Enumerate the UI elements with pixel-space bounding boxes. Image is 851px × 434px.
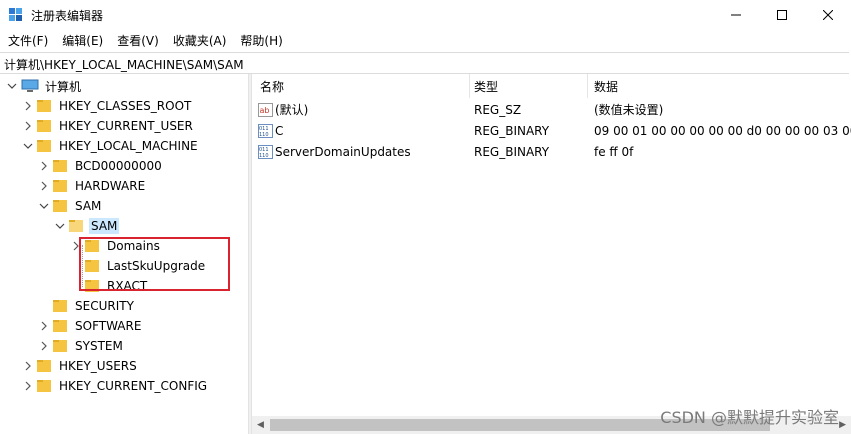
value-row[interactable]: 011 110 ServerDomainUpdates REG_BINARY f…: [252, 142, 851, 162]
maximize-icon: [777, 10, 787, 20]
chevron-down-icon[interactable]: [38, 200, 50, 212]
tree-node-hkey-users[interactable]: HKEY_USERS: [22, 356, 139, 376]
column-divider[interactable]: [469, 74, 470, 98]
chevron-right-icon[interactable]: [22, 360, 34, 372]
folder-icon: [53, 339, 67, 353]
svg-text:110: 110: [259, 153, 269, 159]
value-name: (默认): [275, 103, 309, 117]
tree-node-software[interactable]: SOFTWARE: [38, 316, 143, 336]
tree-node-hkey-current-user[interactable]: HKEY_CURRENT_USER: [22, 116, 195, 136]
tree-label: HKEY_CURRENT_USER: [59, 119, 193, 133]
tree-node-hkey-classes-root[interactable]: HKEY_CLASSES_ROOT: [22, 96, 193, 116]
tree-node-sam-sam[interactable]: SAM: [54, 216, 120, 236]
tree-label: 计算机: [45, 79, 82, 94]
column-header-label: 数据: [594, 79, 619, 94]
minimize-button[interactable]: [713, 0, 759, 30]
address-bar[interactable]: 计算机\HKEY_LOCAL_MACHINE\SAM\SAM: [0, 52, 849, 74]
tree-node-system[interactable]: SYSTEM: [38, 336, 125, 356]
address-path[interactable]: 计算机\HKEY_LOCAL_MACHINE\SAM\SAM: [4, 56, 244, 73]
value-row[interactable]: 011 110 C REG_BINARY 09 00 01 00 00 00 0…: [252, 121, 851, 141]
tree-node-bcd00000000[interactable]: BCD00000000: [38, 156, 164, 176]
tree-label: HKEY_LOCAL_MACHINE: [59, 139, 198, 153]
computer-icon: [21, 79, 39, 93]
tree-label: SOFTWARE: [75, 319, 142, 333]
value-data: (数值未设置): [594, 103, 664, 117]
column-header-name[interactable]: 名称: [260, 74, 470, 98]
chevron-right-icon[interactable]: [38, 180, 50, 192]
chevron-right-icon[interactable]: [38, 340, 50, 352]
close-icon: [823, 10, 833, 20]
menu-favorites[interactable]: 收藏夹(A): [166, 31, 234, 51]
column-header-label: 名称: [260, 79, 285, 94]
close-button[interactable]: [805, 0, 851, 30]
maximize-button[interactable]: [759, 0, 805, 30]
value-type: REG_SZ: [474, 103, 522, 117]
menu-help[interactable]: 帮助(H): [233, 31, 289, 51]
tree-label: SAM: [89, 218, 120, 234]
scroll-left-icon[interactable]: ◀: [257, 420, 264, 430]
tree-label: HKEY_USERS: [59, 359, 137, 373]
value-type: REG_BINARY: [474, 145, 550, 159]
chevron-down-icon[interactable]: [22, 140, 34, 152]
value-name: C: [275, 124, 284, 138]
menu-file[interactable]: 文件(F): [0, 31, 55, 51]
svg-text:ab: ab: [260, 106, 270, 115]
value-name: ServerDomainUpdates: [275, 145, 411, 159]
chevron-down-icon[interactable]: [6, 80, 18, 92]
window-title: 注册表编辑器: [31, 9, 104, 23]
tree-node-hkey-current-config[interactable]: HKEY_CURRENT_CONFIG: [22, 376, 209, 396]
tree-label: HKEY_CLASSES_ROOT: [59, 99, 192, 113]
tree-label: SAM: [75, 199, 102, 213]
title-bar: 注册表编辑器: [0, 0, 851, 30]
tree-label: HARDWARE: [75, 179, 146, 193]
watermark: CSDN @默默提升实验室: [660, 408, 839, 427]
value-type: REG_BINARY: [474, 124, 550, 138]
column-header-data[interactable]: 数据: [594, 74, 844, 98]
folder-icon: [53, 179, 67, 193]
svg-text:110: 110: [259, 132, 269, 138]
tree-node-security[interactable]: SECURITY: [53, 296, 136, 316]
folder-icon: [37, 359, 51, 373]
folder-icon: [37, 119, 51, 133]
binary-value-icon: 011 110: [258, 124, 273, 138]
tree-node-hardware[interactable]: HARDWARE: [38, 176, 147, 196]
minimize-icon: [731, 14, 741, 16]
chevron-right-icon[interactable]: [22, 120, 34, 132]
value-data: 09 00 01 00 00 00 00 00 d0 00 00 00 03 0…: [594, 124, 851, 138]
tree-label: BCD00000000: [75, 159, 162, 173]
chevron-down-icon[interactable]: [54, 220, 66, 232]
folder-icon: [37, 139, 51, 153]
value-data: fe ff 0f: [594, 145, 634, 159]
tree-node-sam[interactable]: SAM: [38, 196, 103, 216]
values-list-pane[interactable]: 名称 类型 数据 ab (默认) REG_SZ (数值未设置) 011 110 …: [252, 74, 851, 434]
menu-bar: 文件(F) 编辑(E) 查看(V) 收藏夹(A) 帮助(H): [0, 31, 851, 51]
regedit-app-icon: [9, 8, 22, 21]
string-value-icon: ab: [258, 103, 273, 117]
menu-edit[interactable]: 编辑(E): [55, 31, 110, 51]
folder-icon: [53, 199, 67, 213]
binary-value-icon: 011 110: [258, 145, 273, 159]
chevron-right-icon[interactable]: [38, 320, 50, 332]
value-row[interactable]: ab (默认) REG_SZ (数值未设置): [252, 100, 851, 120]
column-header-label: 类型: [474, 79, 499, 94]
chevron-right-icon[interactable]: [22, 380, 34, 392]
folder-icon: [53, 299, 67, 313]
open-folder-icon: [69, 219, 83, 233]
folder-icon: [37, 379, 51, 393]
column-divider[interactable]: [587, 74, 588, 98]
annotation-highlight-box: [79, 237, 230, 291]
column-header-type[interactable]: 类型: [474, 74, 584, 98]
folder-icon: [53, 159, 67, 173]
chevron-right-icon[interactable]: [22, 100, 34, 112]
tree-node-computer[interactable]: 计算机: [6, 76, 83, 96]
scroll-right-icon[interactable]: ▶: [839, 420, 846, 430]
tree-node-hkey-local-machine[interactable]: HKEY_LOCAL_MACHINE: [22, 136, 200, 156]
menu-view[interactable]: 查看(V): [110, 31, 166, 51]
chevron-right-icon[interactable]: [38, 160, 50, 172]
tree-label: SYSTEM: [75, 339, 123, 353]
folder-icon: [37, 99, 51, 113]
tree-label: HKEY_CURRENT_CONFIG: [59, 379, 208, 393]
tree-label: SECURITY: [75, 299, 134, 313]
folder-icon: [53, 319, 67, 333]
